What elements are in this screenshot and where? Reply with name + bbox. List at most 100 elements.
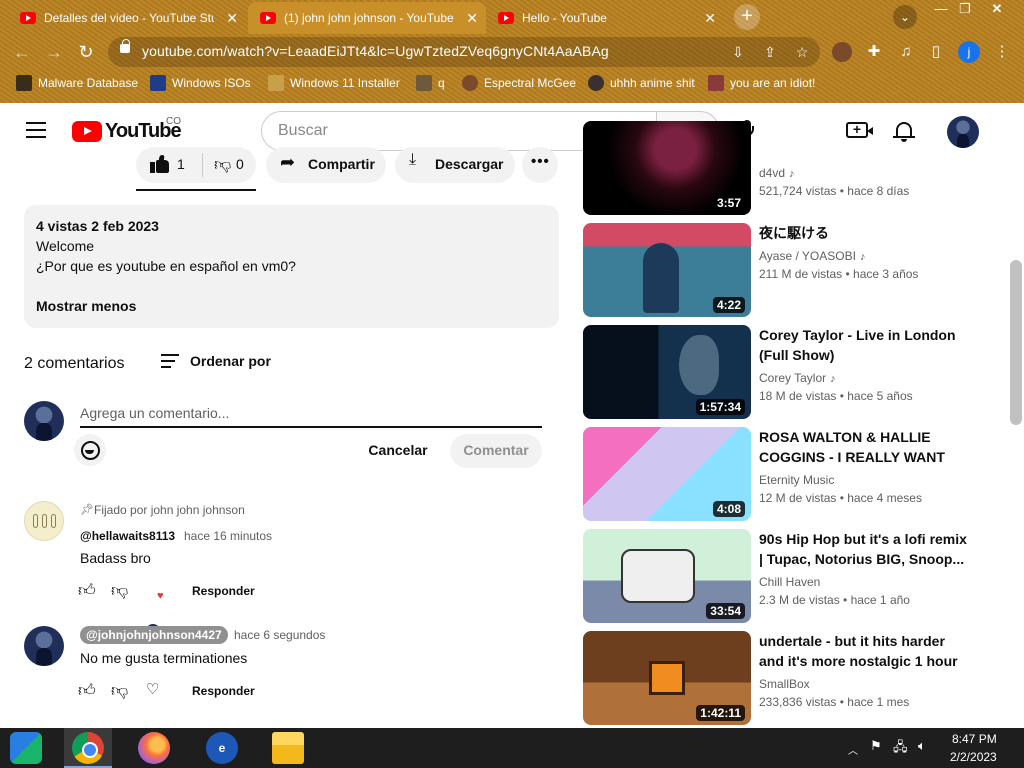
sort-icon[interactable] bbox=[161, 354, 179, 368]
recommended-video[interactable]: 4:08 ROSA WALTON & HALLIE COGGINS - I RE… bbox=[583, 427, 973, 521]
comment-submit-button[interactable]: Comentar bbox=[450, 434, 542, 468]
youtube-logo[interactable]: YouTube CO bbox=[72, 116, 182, 143]
channel-name[interactable]: Eternity Music bbox=[759, 473, 834, 487]
bookmark-espectral-mcgee[interactable]: Espectral McGee bbox=[462, 75, 576, 91]
video-thumbnail[interactable]: 1:57:34 bbox=[583, 325, 751, 419]
video-thumbnail[interactable]: 3:57 bbox=[583, 121, 751, 215]
bookmark-star-icon[interactable]: ☆ bbox=[792, 42, 812, 62]
firefox-icon[interactable] bbox=[138, 732, 170, 764]
network-icon[interactable]: 🖧︎ bbox=[893, 738, 908, 760]
more-horizontal-icon[interactable]: ••• bbox=[531, 153, 550, 170]
close-tab-icon[interactable]: ✕ bbox=[466, 10, 478, 27]
side-panel-icon[interactable]: ▯ bbox=[926, 42, 946, 62]
reload-icon[interactable]: ↻ bbox=[74, 40, 98, 64]
address-bar[interactable]: youtube.com/watch?v=LeaadEiJTt4&lc=UgwTz… bbox=[108, 37, 820, 67]
extension-avatar-icon[interactable] bbox=[832, 42, 852, 62]
tab-studio[interactable]: Detalles del video - YouTube Studio ✕ bbox=[8, 2, 246, 34]
cancel-button[interactable]: Cancelar bbox=[360, 434, 436, 468]
comment-count: 2 comentarios bbox=[24, 355, 125, 372]
thumbs-up-icon[interactable] bbox=[150, 155, 170, 173]
bookmark-windows-11-installer[interactable]: Windows 11 Installer bbox=[268, 75, 400, 91]
recommended-video[interactable]: 4:22 夜に駆ける Ayase / YOASOBI ♪ 211 M de vis… bbox=[583, 223, 973, 317]
commenter-avatar[interactable] bbox=[24, 626, 64, 666]
close-tab-icon[interactable]: ✕ bbox=[226, 10, 238, 27]
video-thumbnail[interactable]: 4:22 bbox=[583, 223, 751, 317]
channel-name[interactable]: Chill Haven bbox=[759, 575, 820, 589]
forward-arrow-icon[interactable]: → bbox=[42, 40, 66, 64]
tab-hello[interactable]: Hello - YouTube ✕ bbox=[486, 2, 724, 34]
reply-button[interactable]: Responder bbox=[192, 684, 255, 698]
chrome-menu-icon[interactable]: ⋮ bbox=[992, 42, 1012, 62]
description-box[interactable]: 4 vistas 2 feb 2023 Welcome ¿Por que es … bbox=[24, 205, 559, 328]
comment-like-icon[interactable]: 👍︎ bbox=[78, 680, 96, 701]
comment-dislike-icon[interactable]: 👎︎ bbox=[111, 580, 128, 601]
bookmark-windows-isos[interactable]: Windows ISOs bbox=[150, 75, 251, 91]
media-control-icon[interactable]: ♫ bbox=[896, 42, 916, 62]
flag-icon[interactable]: ⚑ bbox=[870, 738, 882, 754]
channel-name[interactable]: SmallBox bbox=[759, 677, 810, 691]
comment-input[interactable] bbox=[80, 400, 542, 428]
recommended-video[interactable]: 1:42:11 undertale - but it hits harder a… bbox=[583, 631, 973, 725]
tab-search-button[interactable]: ⌄ bbox=[893, 5, 917, 29]
recommended-video[interactable]: 1:57:34 Corey Taylor - Live in London (F… bbox=[583, 325, 973, 419]
bookmark-anime[interactable]: uhhh anime shit bbox=[588, 75, 695, 91]
maximize-button[interactable]: ❐ bbox=[952, 0, 978, 18]
video-title[interactable]: 90s Hip Hop but it's a lofi remix | Tupa… bbox=[759, 529, 969, 569]
close-window-button[interactable]: ✕ bbox=[984, 0, 1010, 18]
tray-chevron-icon[interactable]: ︿ bbox=[848, 742, 858, 757]
video-thumbnail[interactable]: 4:08 bbox=[583, 427, 751, 521]
extensions-puzzle-icon[interactable]: ✚ bbox=[864, 42, 884, 62]
video-title[interactable]: 夜に駆ける bbox=[759, 223, 969, 243]
profile-icon[interactable]: j bbox=[958, 41, 980, 63]
new-tab-button[interactable]: + bbox=[734, 4, 760, 30]
comment-dislike-icon[interactable]: 👎︎ bbox=[111, 680, 128, 701]
download-icon[interactable]: ⤓ bbox=[409, 151, 416, 169]
chrome-icon[interactable] bbox=[72, 732, 104, 764]
share-page-icon[interactable]: ⇪ bbox=[760, 42, 780, 62]
sort-by-button[interactable]: Ordenar por bbox=[190, 353, 271, 369]
comment-author[interactable]: @hellawaits8113 bbox=[80, 529, 175, 543]
clock-time[interactable]: 8:47 PM bbox=[952, 732, 997, 746]
comment-time[interactable]: hace 6 segundos bbox=[234, 628, 325, 642]
show-less-button[interactable]: Mostrar menos bbox=[36, 298, 136, 314]
volume-icon[interactable]: 🔈︎ bbox=[918, 738, 926, 754]
bookmark-q[interactable]: q bbox=[416, 75, 445, 91]
channel-name[interactable]: d4vd ♪ bbox=[759, 166, 795, 180]
bookmark-you-are-an-idiot[interactable]: you are an idiot! bbox=[708, 75, 815, 91]
recommended-video[interactable]: 33:54 90s Hip Hop but it's a lofi remix … bbox=[583, 529, 973, 623]
back-arrow-icon[interactable]: ← bbox=[10, 40, 34, 64]
heart-outline-icon[interactable]: ♡ bbox=[146, 680, 159, 698]
internet-explorer-icon[interactable]: e bbox=[206, 732, 238, 764]
url-text[interactable]: youtube.com/watch?v=LeaadEiJTt4&lc=UgwTz… bbox=[142, 43, 609, 59]
comment-like-icon[interactable]: 👍︎ bbox=[78, 580, 96, 601]
install-icon[interactable]: ⇩ bbox=[728, 42, 748, 62]
start-button[interactable] bbox=[10, 732, 42, 764]
tab-john-john-johnson[interactable]: (1) john john johnson - YouTube ✕ bbox=[248, 2, 486, 34]
video-title[interactable]: Corey Taylor - Live in London (Full Show… bbox=[759, 325, 969, 365]
share-arrow-icon[interactable]: ➦ bbox=[280, 152, 295, 173]
menu-hamburger-icon[interactable] bbox=[26, 122, 46, 138]
comment-author[interactable]: @johnjohnjohnson4427 bbox=[80, 626, 228, 644]
download-label[interactable]: Descargar bbox=[435, 156, 504, 172]
reply-button[interactable]: Responder bbox=[192, 584, 255, 598]
file-explorer-icon[interactable] bbox=[272, 732, 304, 764]
share-label[interactable]: Compartir bbox=[308, 156, 375, 172]
channel-name[interactable]: Ayase / YOASOBI ♪ bbox=[759, 249, 865, 263]
clock-date[interactable]: 2/2/2023 bbox=[950, 750, 997, 764]
minimize-button[interactable]: — bbox=[928, 0, 954, 18]
comment-time[interactable]: hace 16 minutos bbox=[184, 529, 272, 543]
recommended-video[interactable]: 3:57 d4vd ♪ 521,724 vistas • hace 8 días bbox=[583, 121, 973, 215]
video-thumbnail[interactable]: 1:42:11 bbox=[583, 631, 751, 725]
bookmark-malware-database[interactable]: Malware Database bbox=[16, 75, 138, 91]
video-title[interactable]: ROSA WALTON & HALLIE COGGINS - I REALLY … bbox=[759, 427, 969, 467]
commenter-avatar[interactable] bbox=[24, 501, 64, 541]
channel-name[interactable]: Corey Taylor ♪ bbox=[759, 371, 836, 385]
video-title[interactable]: undertale - but it hits harder and it's … bbox=[759, 631, 969, 671]
thumbs-down-icon[interactable]: 👎︎ bbox=[214, 154, 231, 175]
video-thumbnail[interactable]: 33:54 bbox=[583, 529, 751, 623]
page-scrollbar[interactable] bbox=[1010, 260, 1022, 425]
emoji-icon[interactable] bbox=[74, 434, 106, 466]
close-tab-icon[interactable]: ✕ bbox=[704, 10, 716, 27]
dislike-count[interactable]: 0 bbox=[236, 156, 244, 172]
like-count[interactable]: 1 bbox=[177, 156, 185, 172]
